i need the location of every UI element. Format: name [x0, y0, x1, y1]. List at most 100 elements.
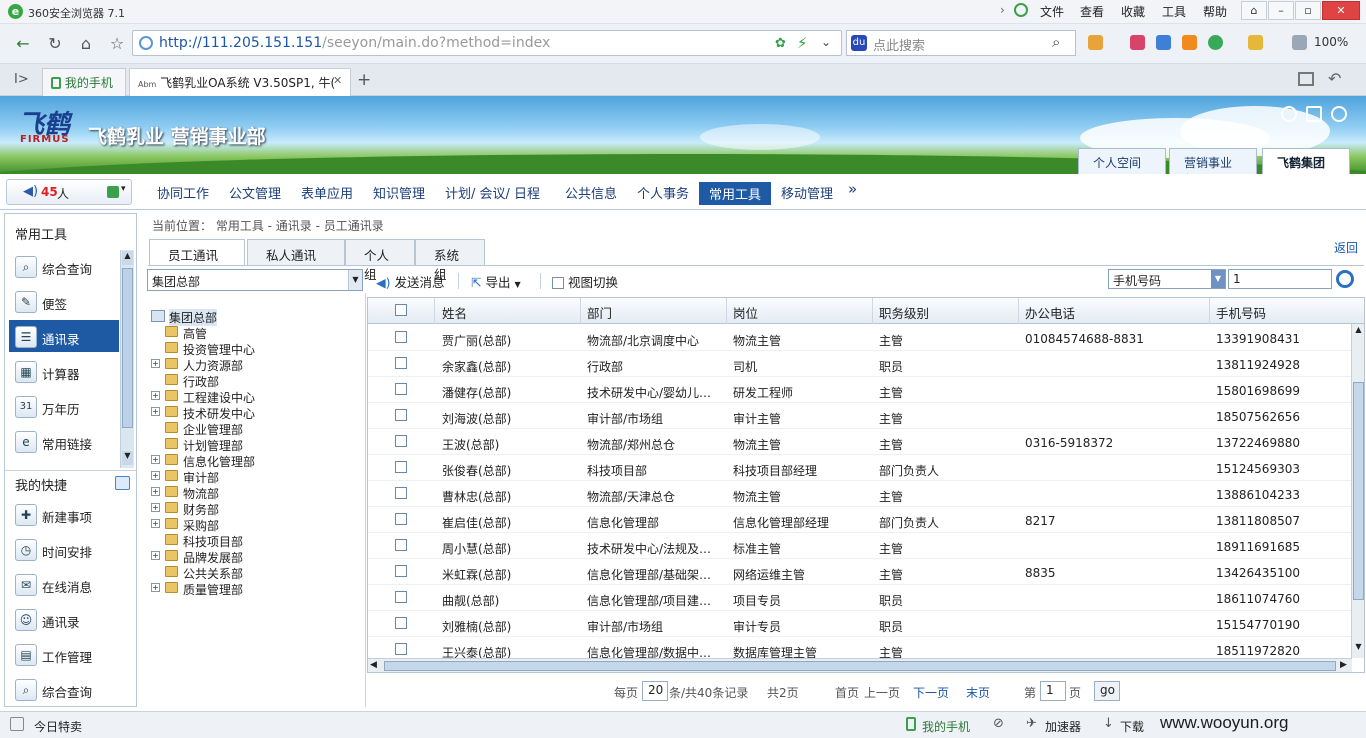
table-row[interactable]: 曲靓(总部) 信息化管理部/项目建… 项目专员 职员 18611074760	[368, 585, 1352, 611]
nav-document[interactable]: 公文管理	[229, 183, 281, 202]
daily-deals-link[interactable]: 今日特卖	[34, 718, 82, 735]
table-row[interactable]: 贾广丽(总部) 物流部/北京调度中心 物流主管 主管 01084574688-8831 1…	[368, 325, 1352, 351]
expand-icon[interactable]: +	[151, 471, 160, 480]
export-button[interactable]: ⇱ 导出 ▼	[471, 272, 521, 291]
expand-icon[interactable]: +	[151, 407, 160, 416]
online-users[interactable]: ◀) 45 人 ▾	[6, 179, 132, 205]
url-dropdown-icon[interactable]: ⌄	[821, 35, 831, 49]
shortcut-schedule[interactable]: ◷ 时间安排	[15, 533, 119, 565]
nav-public-info[interactable]: 公共信息	[565, 183, 617, 202]
return-link[interactable]: 返回	[1334, 239, 1358, 256]
row-checkbox[interactable]	[395, 383, 407, 395]
row-checkbox[interactable]	[395, 357, 407, 369]
flight-icon[interactable]	[1182, 35, 1197, 50]
maximize-icon[interactable]: ▫	[1295, 1, 1321, 20]
favorite-star-icon[interactable]: ☆	[106, 33, 128, 55]
left-item-links[interactable]: e 常用链接	[15, 425, 119, 457]
col-dept[interactable]: 部门	[587, 303, 612, 322]
shortcut-online-msg[interactable]: ✉ 在线消息	[15, 568, 119, 600]
table-row[interactable]: 余家鑫(总部) 行政部 司机 职员 13811924928	[368, 351, 1352, 377]
search-keyword-input[interactable]: 1	[1228, 269, 1332, 289]
tab-my-phone[interactable]: 我的手机	[42, 68, 126, 96]
nav-personal[interactable]: 个人事务	[637, 183, 689, 202]
search-icon[interactable]: ⌕	[1052, 33, 1060, 51]
search-input[interactable]: du 点此搜索 ⌕	[846, 30, 1076, 56]
row-checkbox[interactable]	[395, 435, 407, 447]
space-group[interactable]: 飞鹤集团	[1262, 148, 1350, 174]
expand-icon[interactable]: +	[151, 391, 160, 400]
scroll-down-icon[interactable]: ▼	[1353, 642, 1364, 655]
table-row[interactable]: 周小慧(总部) 技术研发中心/法规及… 标准主管 主管 18911691685	[368, 533, 1352, 559]
accelerator-link[interactable]: 加速器	[1045, 718, 1081, 735]
per-page-input[interactable]: 20	[642, 681, 668, 701]
shortcut-settings-icon[interactable]	[115, 476, 130, 490]
menu-view[interactable]: 查看	[1080, 3, 1104, 20]
back-icon[interactable]: ←	[12, 33, 34, 55]
tab-oa-system[interactable]: Abm 飞鹤乳业OA系统 V3.50SP1, 牛(	[129, 68, 351, 97]
tab-employee-contacts[interactable]: 员工通讯录	[149, 239, 245, 282]
tab-personal-group[interactable]: 个人组	[345, 239, 415, 282]
table-row[interactable]: 王波(总部) 物流部/郑州总仓 物流主管 主管 0316-5918372 13722469…	[368, 429, 1352, 455]
space-marketing[interactable]: 营销事业部	[1169, 148, 1257, 174]
row-checkbox[interactable]	[395, 513, 407, 525]
close-icon[interactable]: ✕	[1322, 1, 1360, 20]
left-item-calculator[interactable]: ▦ 计算器	[15, 355, 119, 387]
row-checkbox[interactable]	[395, 643, 407, 655]
scroll-down-icon[interactable]: ▼	[122, 451, 133, 465]
home-icon[interactable]: ⌂	[75, 33, 97, 55]
tab-private-contacts[interactable]: 私人通讯录	[247, 239, 345, 282]
scroll-thumb[interactable]	[1353, 382, 1364, 600]
shortcut-new-item[interactable]: ✚ 新建事项	[15, 498, 119, 530]
skin-icon[interactable]: ⌂	[1241, 1, 1267, 20]
bag-icon[interactable]	[1248, 35, 1263, 50]
space-personal[interactable]: 个人空间	[1078, 148, 1166, 174]
page-input[interactable]: 1	[1040, 681, 1066, 701]
sidebar-toggle-icon[interactable]: I>	[14, 72, 29, 87]
nav-tools[interactable]: 常用工具	[699, 182, 772, 205]
row-checkbox[interactable]	[395, 461, 407, 473]
go-button[interactable]: go	[1094, 681, 1120, 701]
search-field-select[interactable]: 手机号码 ▼	[1108, 269, 1226, 289]
table-row[interactable]: 曹林忠(总部) 物流部/天津总仓 物流主管 主管 13886104233	[368, 481, 1352, 507]
row-checkbox[interactable]	[395, 331, 407, 343]
menu-help[interactable]: 帮助	[1203, 3, 1227, 20]
shortcut-contacts[interactable]: ☺ 通讯录	[15, 603, 119, 635]
forward-arrows-icon[interactable]: ›	[1000, 3, 1005, 17]
table-row[interactable]: 米虹霖(总部) 信息化管理部/基础架… 网络运维主管 主管 8835 1342643510…	[368, 559, 1352, 585]
tab-close-icon[interactable]: ✕	[333, 74, 342, 87]
shield-icon[interactable]	[1208, 35, 1223, 50]
scroll-left-icon[interactable]: ◀	[370, 660, 377, 670]
nav-mobile[interactable]: 移动管理	[781, 183, 833, 202]
col-level[interactable]: 职务级别	[879, 303, 929, 322]
apps-icon[interactable]	[1088, 35, 1103, 50]
send-message-button[interactable]: ◀) 发送消息	[376, 272, 445, 291]
calendar-icon[interactable]	[1156, 35, 1171, 50]
switch-view-button[interactable]: 视图切换	[552, 272, 618, 291]
first-page-link[interactable]: 首页	[835, 684, 859, 701]
refresh-icon[interactable]	[1281, 106, 1297, 122]
restore-tabs-icon[interactable]	[1298, 72, 1314, 86]
zoom-level[interactable]: 100%	[1314, 35, 1348, 49]
left-item-notes[interactable]: ✎ 便签	[15, 285, 119, 317]
col-office-phone[interactable]: 办公电话	[1025, 303, 1075, 322]
speed-mode-icon[interactable]: ⚡	[797, 34, 808, 52]
scroll-thumb[interactable]	[384, 661, 1336, 671]
col-post[interactable]: 岗位	[733, 303, 758, 322]
expand-icon[interactable]: +	[151, 583, 160, 592]
menu-favorites[interactable]: 收藏	[1121, 3, 1145, 20]
save-icon[interactable]	[1306, 106, 1322, 122]
table-row[interactable]: 王兴泰(总部) 信息化管理部/数据中… 数据库管理主管 主管 18511972820	[368, 637, 1352, 658]
left-item-calendar[interactable]: 31 万年历	[15, 390, 119, 422]
col-name[interactable]: 姓名	[442, 303, 467, 322]
prev-page-link[interactable]: 上一页	[864, 684, 900, 701]
expand-icon[interactable]: +	[151, 503, 160, 512]
expand-icon[interactable]: +	[151, 455, 160, 464]
shortcut-work-mgmt[interactable]: ▤ 工作管理	[15, 638, 119, 670]
row-checkbox[interactable]	[395, 565, 407, 577]
nav-collaboration[interactable]: 协同工作	[157, 183, 209, 202]
scroll-right-icon[interactable]: ▶	[1340, 660, 1347, 670]
download-link[interactable]: 下载	[1120, 718, 1144, 735]
table-row[interactable]: 崔启佳(总部) 信息化管理部 信息化管理部经理 部门负责人 8217 1381180850…	[368, 507, 1352, 533]
left-item-contacts[interactable]: ☰ 通讯录	[9, 320, 119, 352]
row-checkbox[interactable]	[395, 487, 407, 499]
